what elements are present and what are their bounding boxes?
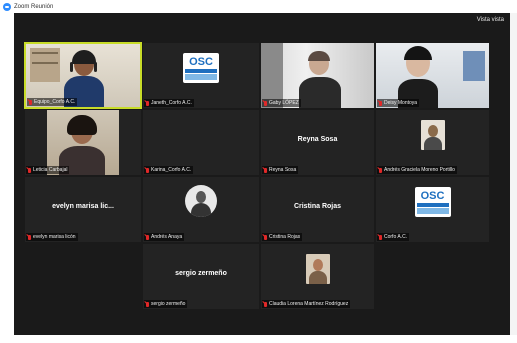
participant-name: Gaby LÓPEZ	[269, 100, 299, 106]
participant-tile[interactable]: Karina_Corfo A.C.	[142, 109, 260, 176]
view-toggle-button[interactable]: Vista vista	[477, 17, 504, 23]
participant-tile[interactable]: OSC Corfo A.C.	[375, 176, 490, 243]
participant-tile[interactable]: Leticia Carbajal	[24, 109, 142, 176]
participant-name: Claudia Lorena Martínez Rodríguez	[269, 301, 349, 307]
participant-tile[interactable]: Claudia Lorena Martínez Rodríguez	[260, 243, 375, 310]
participant-tile[interactable]: Equipo_Corfo A.C.	[24, 42, 142, 109]
participant-photo	[420, 120, 445, 150]
title-bar: Zoom Reunión	[0, 0, 517, 13]
participant-tile[interactable]: evelyn marisa lic... evelyn marisa licón	[24, 176, 142, 243]
muted-mic-icon	[28, 234, 31, 240]
participant-name: Leticia Carbajal	[33, 167, 68, 173]
zoom-app-icon	[3, 2, 11, 11]
participant-name: Karina_Corfo A.C.	[151, 167, 192, 173]
participant-photo	[305, 254, 330, 284]
participant-name: Janeth_Corfo A.C.	[151, 100, 192, 106]
muted-mic-icon	[146, 100, 149, 106]
muted-mic-icon	[379, 167, 382, 173]
participant-name: Equipo_Corfo A.C.	[34, 99, 76, 105]
muted-mic-icon	[379, 234, 382, 240]
muted-mic-icon	[29, 99, 32, 105]
participant-name: sergio zermeño	[151, 301, 186, 307]
participant-grid: Equipo_Corfo A.C. OSC Janeth_Corfo A.C.	[24, 42, 490, 310]
participant-display-name: evelyn marisa lic...	[52, 203, 114, 210]
window-title: Zoom Reunión	[14, 3, 54, 10]
participant-display-name: Reyna Sosa	[297, 136, 338, 143]
muted-mic-icon	[264, 100, 267, 106]
empty-slot	[24, 243, 142, 310]
participant-tile[interactable]: Cristina Rojas Cristina Rojas	[260, 176, 375, 243]
participant-name: evelyn marisa licón	[33, 234, 76, 240]
window-edge	[510, 13, 517, 335]
participant-name: Reyna Sosa	[269, 167, 297, 173]
muted-mic-icon	[28, 167, 31, 173]
muted-mic-icon	[146, 167, 149, 173]
participant-tile[interactable]: OSC Janeth_Corfo A.C.	[142, 42, 260, 109]
participant-tile[interactable]: Gaby LÓPEZ	[260, 42, 375, 109]
participant-avatar	[185, 185, 217, 217]
muted-mic-icon	[264, 234, 267, 240]
participant-name: Deisy Montoya	[384, 100, 418, 106]
zoom-window: Zoom Reunión Vista vista Equipo_Corfo A.…	[0, 0, 517, 343]
participant-tile[interactable]: Andrés Anaya	[142, 176, 260, 243]
participant-name: Corfo A.C.	[384, 234, 408, 240]
muted-mic-icon	[379, 100, 382, 106]
osc-logo: OSC	[183, 53, 219, 83]
participant-tile[interactable]: sergio zermeño sergio zermeño	[142, 243, 260, 310]
participant-tile[interactable]: Deisy Montoya	[375, 42, 490, 109]
participant-name: Andrés Graciela Moreno Portillo	[384, 167, 455, 173]
participant-name: Andrés Anaya	[151, 234, 183, 240]
muted-mic-icon	[146, 301, 149, 307]
muted-mic-icon	[264, 301, 267, 307]
muted-mic-icon	[264, 167, 267, 173]
participant-display-name: sergio zermeño	[175, 270, 227, 277]
participant-tile[interactable]: Andrés Graciela Moreno Portillo	[375, 109, 490, 176]
meeting-area: Vista vista Equipo_Corfo A.C. OSC Janeth…	[14, 13, 510, 335]
osc-logo: OSC	[414, 187, 451, 217]
muted-mic-icon	[146, 234, 149, 240]
participant-tile[interactable]: Reyna Sosa Reyna Sosa	[260, 109, 375, 176]
participant-name: Cristina Rojas	[269, 234, 301, 240]
participant-display-name: Cristina Rojas	[293, 203, 342, 210]
